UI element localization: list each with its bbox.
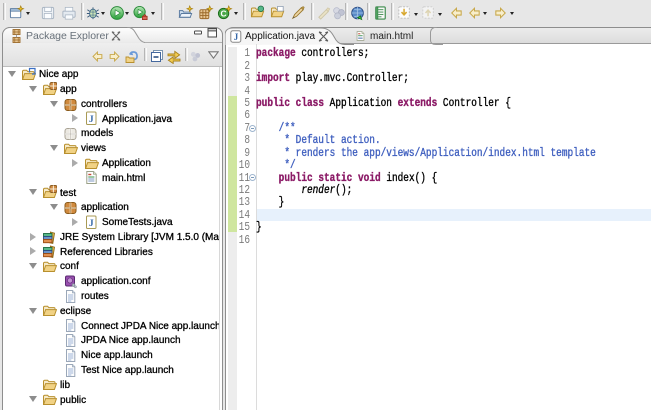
svg-text:C: C (221, 8, 227, 18)
svg-text:J: J (89, 219, 94, 229)
svg-text:J: J (89, 115, 94, 125)
svg-text:J: J (234, 32, 239, 42)
